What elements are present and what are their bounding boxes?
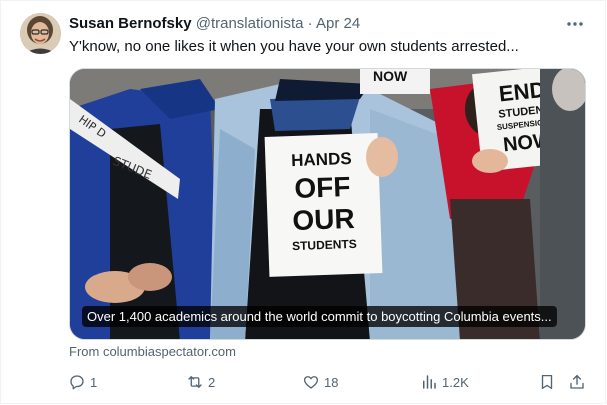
sign-right-line-1: END [498,77,547,107]
header-separator: · [307,15,313,32]
more-options-button[interactable] [563,12,587,36]
author-name[interactable]: Susan Bernofsky [69,15,192,32]
views-count: 1.2K [442,374,469,390]
repost-count: 2 [208,374,216,390]
like-icon [303,376,319,389]
sign-center-line-2: OFF [294,171,351,204]
more-horizontal-icon [567,22,583,26]
repost-icon [188,376,202,388]
share-button[interactable] [568,370,586,394]
reply-count: 1 [90,374,98,390]
link-card[interactable]: HIP D STUDE HANDS OFF OUR STUDENTS NOW E… [69,68,586,340]
share-icon [570,374,584,389]
like-button[interactable]: 18 [302,370,338,394]
tweet-header: Susan Bernofsky @translationista · Apr 2… [69,14,360,34]
reply-button[interactable]: 1 [68,370,97,394]
card-source[interactable]: From columbiaspectator.com [69,344,236,359]
sign-center-line-4: STUDENTS [292,237,357,253]
action-bar: 1 2 18 1.2K [64,370,594,394]
card-image: HIP D STUDE HANDS OFF OUR STUDENTS NOW E… [70,69,585,339]
bookmark-button[interactable] [538,370,556,394]
views-button[interactable]: 1.2K [420,370,469,394]
sign-center-line-3: OUR [292,203,355,236]
author-handle[interactable]: @translationista [196,15,304,32]
tweet-text: Y'know, no one likes it when you have yo… [69,38,519,55]
like-count: 18 [324,374,339,390]
bookmark-icon [541,374,553,390]
sign-center-line-1: HANDS [291,149,352,170]
sign-top-text: NOW [373,69,408,84]
repost-button[interactable]: 2 [186,370,215,394]
views-icon [423,375,436,389]
reply-icon [70,375,84,390]
author-avatar[interactable] [20,13,61,54]
tweet-date[interactable]: Apr 24 [316,15,360,32]
avatar-image [20,13,61,54]
card-caption: Over 1,400 academics around the world co… [82,306,557,327]
